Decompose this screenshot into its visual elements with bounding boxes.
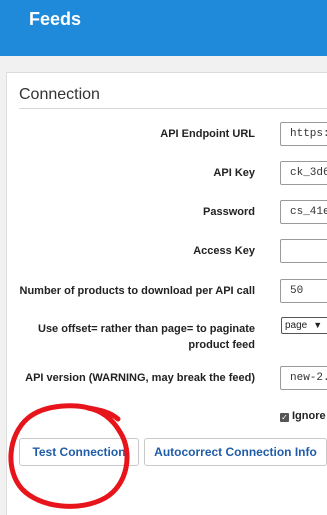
ignore-checkbox-label: Ignore (292, 410, 326, 422)
test-connection-button[interactable]: Test Connection (19, 438, 139, 466)
chevron-down-icon: ▼ (313, 320, 323, 330)
password-input[interactable]: cs_41e (280, 200, 327, 224)
offset-label: Use offset= rather than page= to paginat… (17, 321, 255, 353)
app-header: Feeds (0, 0, 327, 56)
api-key-input[interactable]: ck_3d6 (280, 161, 327, 185)
access-key-label: Access Key (193, 245, 255, 257)
page-title: Feeds (29, 9, 82, 29)
ignore-checkbox-row[interactable]: ✓ Ignore (280, 410, 326, 422)
api-endpoint-input[interactable]: https:// (280, 122, 327, 146)
offset-label-line1: Use offset= rather than page= to paginat… (38, 323, 255, 335)
section-title: Connection (19, 86, 100, 103)
per-call-input[interactable]: 50 (280, 279, 327, 303)
api-version-label: API version (WARNING, may break the feed… (25, 372, 255, 384)
password-label: Password (203, 206, 255, 218)
offset-label-line2: product feed (188, 339, 255, 351)
access-key-input[interactable] (280, 239, 327, 263)
ignore-checkbox[interactable]: ✓ (280, 413, 289, 422)
api-key-label: API Key (213, 167, 255, 179)
api-version-input[interactable]: new-2. (280, 366, 327, 390)
per-call-label: Number of products to download per API c… (19, 285, 256, 297)
connection-panel: Connection API Endpoint URL https:// API… (6, 72, 327, 515)
pagination-select-value: page (285, 320, 308, 331)
pagination-select[interactable]: page ▼ (281, 317, 327, 334)
api-endpoint-label: API Endpoint URL (160, 128, 255, 140)
section-divider (19, 108, 327, 109)
autocorrect-connection-button[interactable]: Autocorrect Connection Info (144, 438, 327, 466)
